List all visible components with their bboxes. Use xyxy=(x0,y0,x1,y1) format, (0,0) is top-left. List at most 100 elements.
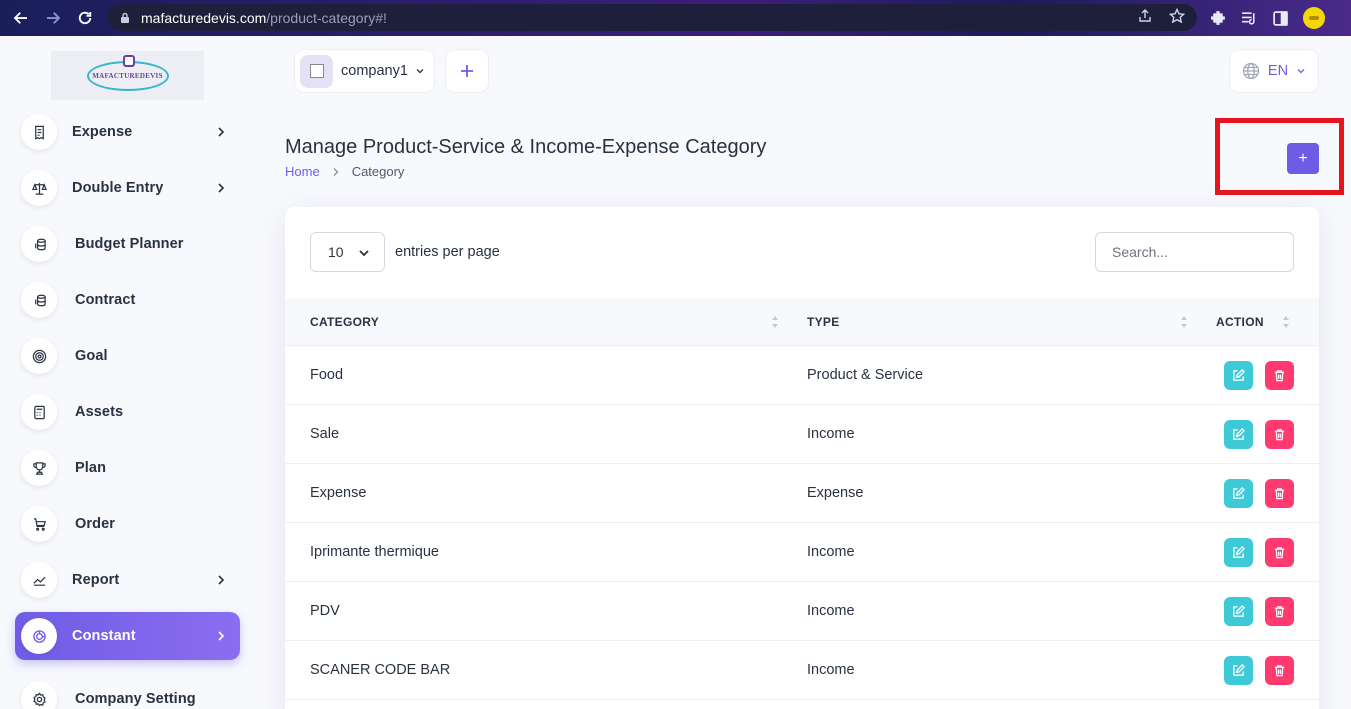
cell-type: Income xyxy=(807,662,855,678)
cell-category: Sale xyxy=(310,426,340,442)
page-title: Manage Product-Service & Income-Expense … xyxy=(285,136,767,158)
table-row: SCANER CODE BAR Income xyxy=(285,641,1319,700)
coins-icon xyxy=(21,226,57,262)
share-icon[interactable] xyxy=(1137,8,1153,24)
sidebar-item-label: Report xyxy=(72,572,120,588)
table-row: Iprimante thermique Income xyxy=(285,523,1319,582)
sidebar-item-expense[interactable]: Expense xyxy=(15,108,240,156)
chevron-down-icon xyxy=(1297,69,1305,74)
sidebar-item-constant[interactable]: Constant xyxy=(15,612,240,660)
sidebar-item-assets[interactable]: Assets xyxy=(15,388,240,436)
forward-icon[interactable] xyxy=(42,7,64,29)
delete-button[interactable] xyxy=(1265,479,1294,508)
table-row: Expense Expense xyxy=(285,464,1319,523)
sidebar-item-goal[interactable]: Goal xyxy=(15,332,240,380)
cell-type: Product & Service xyxy=(807,367,924,383)
trash-icon xyxy=(1274,606,1285,618)
trash-icon xyxy=(1274,665,1285,677)
target-icon xyxy=(21,338,57,374)
delete-button[interactable] xyxy=(1265,420,1294,449)
company-name: company1 xyxy=(341,63,408,79)
receipt-icon xyxy=(21,114,57,150)
delete-button[interactable] xyxy=(1265,361,1294,390)
chart-line-icon xyxy=(21,562,57,598)
sidebar-item-order[interactable]: Order xyxy=(15,500,240,548)
table-header: CATEGORY TYPE ACTION xyxy=(285,298,1319,346)
plus-icon xyxy=(461,65,473,77)
edit-button[interactable] xyxy=(1224,656,1253,685)
sidebar-item-label: Company Setting xyxy=(75,691,196,707)
add-company-button[interactable] xyxy=(445,49,489,93)
sort-icon[interactable] xyxy=(1282,314,1290,330)
breadcrumb: Home Category xyxy=(285,164,404,179)
star-icon[interactable] xyxy=(1169,8,1185,24)
create-category-button[interactable]: + xyxy=(1287,143,1319,174)
table-row: Sale Income xyxy=(285,405,1319,464)
language-label: EN xyxy=(1267,63,1289,79)
media-control-icon[interactable] xyxy=(1241,10,1258,27)
delete-button[interactable] xyxy=(1265,597,1294,626)
edit-button[interactable] xyxy=(1224,420,1253,449)
delete-button[interactable] xyxy=(1265,538,1294,567)
column-header-type[interactable]: TYPE xyxy=(807,315,840,329)
edit-button[interactable] xyxy=(1224,597,1253,626)
sort-icon[interactable] xyxy=(771,314,779,330)
cell-type: Income xyxy=(807,544,855,560)
logo-text: MAFACTUREDEVIS xyxy=(92,71,163,80)
edit-icon xyxy=(1233,605,1245,617)
delete-button[interactable] xyxy=(1265,656,1294,685)
back-icon[interactable] xyxy=(10,7,32,29)
sidebar-item-report[interactable]: Report xyxy=(15,556,240,604)
chevron-down-icon xyxy=(416,69,424,74)
profile-avatar[interactable] xyxy=(1303,7,1325,29)
cell-type: Expense xyxy=(807,485,864,501)
cart-icon xyxy=(21,506,57,542)
chevron-down-icon xyxy=(359,250,369,257)
sidebar: MAFACTUREDEVIS Expense Double Entry Budg… xyxy=(0,36,255,709)
sidebar-item-budget-planner[interactable]: Budget Planner xyxy=(15,220,240,268)
sidebar-item-label: Double Entry xyxy=(72,180,164,196)
edit-icon xyxy=(1233,546,1245,558)
cell-category: PDV xyxy=(310,603,340,619)
breadcrumb-home-link[interactable]: Home xyxy=(285,164,320,179)
address-bar[interactable]: mafacturedevis.com/product-category#! xyxy=(107,4,1197,31)
sort-icon[interactable] xyxy=(1180,314,1188,330)
lock-icon xyxy=(121,12,129,23)
column-header-action[interactable]: ACTION xyxy=(1216,315,1264,329)
sidebar-item-company-setting[interactable]: Company Setting xyxy=(15,675,240,709)
sidebar-item-label: Order xyxy=(75,516,115,532)
side-panel-icon[interactable] xyxy=(1272,10,1289,27)
edit-button[interactable] xyxy=(1224,361,1253,390)
reload-icon[interactable] xyxy=(74,7,96,29)
edit-icon xyxy=(1233,428,1245,440)
edit-icon xyxy=(1233,369,1245,381)
cell-category: Iprimante thermique xyxy=(310,544,439,560)
trash-icon xyxy=(1274,370,1285,382)
trash-icon xyxy=(1274,547,1285,559)
sidebar-item-contract[interactable]: Contract xyxy=(15,276,240,324)
gear-icon xyxy=(21,681,57,709)
chevron-right-icon xyxy=(218,127,225,137)
logo[interactable]: MAFACTUREDEVIS xyxy=(51,51,204,100)
breadcrumb-current: Category xyxy=(351,164,405,179)
trophy-icon xyxy=(21,450,57,486)
category-table-card: 10 entries per page CATEGORY TYPE ACTION… xyxy=(285,207,1319,709)
trash-icon xyxy=(1274,488,1285,500)
highlight-annotation xyxy=(1215,118,1344,195)
sidebar-item-double-entry[interactable]: Double Entry xyxy=(15,164,240,212)
sidebar-item-label: Constant xyxy=(72,628,136,644)
edit-button[interactable] xyxy=(1224,479,1253,508)
sidebar-item-label: Budget Planner xyxy=(75,236,184,252)
sidebar-item-plan[interactable]: Plan xyxy=(15,444,240,492)
cell-type: Income xyxy=(807,426,855,442)
search-input[interactable] xyxy=(1095,232,1294,272)
cell-category: Food xyxy=(310,367,344,383)
edit-button[interactable] xyxy=(1224,538,1253,567)
column-header-category[interactable]: CATEGORY xyxy=(310,315,379,329)
globe-icon xyxy=(1242,62,1260,80)
entries-per-page-select[interactable]: 10 xyxy=(310,232,385,272)
company-switcher[interactable]: company1 xyxy=(294,49,435,93)
extensions-icon[interactable] xyxy=(1210,10,1227,27)
entries-value: 10 xyxy=(328,244,344,260)
language-switcher[interactable]: EN xyxy=(1229,49,1319,93)
